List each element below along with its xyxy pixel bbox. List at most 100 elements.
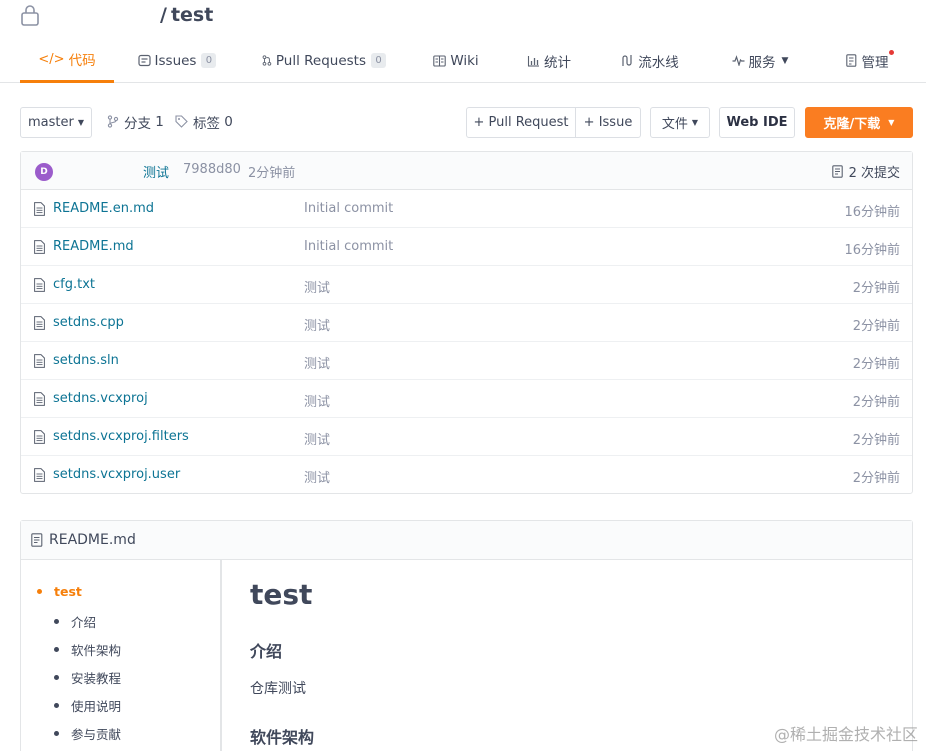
file-icon bbox=[34, 354, 45, 368]
toc-item[interactable]: 使用说明 bbox=[54, 696, 121, 715]
file-icon bbox=[34, 430, 45, 444]
file-name-link[interactable]: setdns.vcxproj.filters bbox=[53, 429, 189, 444]
bullet-icon bbox=[54, 619, 59, 624]
readme-section-intro: 介绍 bbox=[250, 642, 283, 661]
tag-icon bbox=[175, 115, 188, 128]
tab-code[interactable]: </> 代码 bbox=[20, 38, 114, 83]
issues-count-badge: 0 bbox=[201, 53, 217, 68]
pipeline-icon bbox=[622, 55, 632, 66]
notification-dot bbox=[889, 50, 894, 55]
table-row[interactable]: setdns.vcxproj 测试 2分钟前 bbox=[21, 380, 912, 418]
file-commit-message[interactable]: Initial commit bbox=[304, 239, 393, 254]
file-commit-message[interactable]: 测试 bbox=[304, 353, 330, 372]
tab-label: Issues bbox=[154, 52, 197, 69]
toc-item[interactable]: 软件架构 bbox=[54, 640, 121, 659]
tab-wiki[interactable]: Wiki bbox=[432, 38, 480, 83]
table-row[interactable]: README.en.md Initial commit 16分钟前 bbox=[21, 190, 912, 228]
new-issue-button[interactable]: + Issue bbox=[575, 107, 641, 138]
branch-select[interactable]: master ▼ bbox=[20, 107, 92, 138]
file-name-link[interactable]: setdns.cpp bbox=[53, 315, 124, 330]
table-row[interactable]: README.md Initial commit 16分钟前 bbox=[21, 228, 912, 266]
file-commit-message[interactable]: 测试 bbox=[304, 315, 330, 334]
lock-icon bbox=[21, 5, 39, 26]
table-row[interactable]: setdns.vcxproj.filters 测试 2分钟前 bbox=[21, 418, 912, 456]
toc-label: 软件架构 bbox=[71, 643, 122, 658]
manage-icon bbox=[845, 54, 856, 67]
table-row[interactable]: setdns.cpp 测试 2分钟前 bbox=[21, 304, 912, 342]
file-commit-message[interactable]: Initial commit bbox=[304, 201, 393, 216]
file-commit-time: 16分钟前 bbox=[844, 243, 900, 258]
branches-label: 分支 bbox=[124, 115, 151, 132]
watermark: @稀土掘金技术社区 bbox=[773, 725, 918, 744]
file-commit-message[interactable]: 测试 bbox=[304, 467, 330, 486]
tab-label: Wiki bbox=[450, 52, 479, 69]
readme-section-arch: 软件架构 bbox=[250, 728, 315, 747]
file-name-link[interactable]: setdns.vcxproj.user bbox=[53, 467, 180, 482]
branches-link[interactable]: 分支 1 bbox=[107, 106, 164, 137]
repo-owner[interactable] bbox=[46, 4, 156, 26]
readme-panel: README.md test 介绍 软件架构 安装教程 使用说明 参与贡献 te… bbox=[20, 520, 913, 751]
tab-label: Pull Requests bbox=[275, 52, 366, 69]
file-commit-time: 2分钟前 bbox=[852, 281, 900, 296]
table-row[interactable]: cfg.txt 测试 2分钟前 bbox=[21, 266, 912, 304]
file-name-link[interactable]: setdns.sln bbox=[53, 353, 119, 368]
file-list: D 测试 7988d80 2分钟前 2 次提交 README.en.md Ini… bbox=[20, 151, 913, 494]
commit-count-link[interactable]: 2 次提交 bbox=[831, 162, 900, 181]
tags-link[interactable]: 标签 0 bbox=[175, 106, 233, 137]
file-commit-message[interactable]: 测试 bbox=[304, 429, 330, 448]
toc-item[interactable]: test bbox=[37, 584, 82, 599]
file-commit-message[interactable]: 测试 bbox=[304, 277, 330, 296]
chevron-down-icon: ▼ bbox=[888, 118, 895, 127]
new-pull-request-button[interactable]: + Pull Request bbox=[466, 107, 576, 138]
readme-toc: test 介绍 软件架构 安装教程 使用说明 参与贡献 bbox=[21, 560, 222, 751]
branches-count: 1 bbox=[155, 113, 164, 130]
file-name-link[interactable]: README.en.md bbox=[53, 201, 154, 216]
tab-service[interactable]: 服务 ▼ bbox=[726, 38, 794, 83]
tab-pipeline[interactable]: 流水线 bbox=[618, 38, 682, 83]
toc-item[interactable]: 介绍 bbox=[54, 612, 96, 631]
file-commit-time: 2分钟前 bbox=[852, 357, 900, 372]
file-commit-time: 2分钟前 bbox=[852, 433, 900, 448]
code-icon: </> bbox=[38, 51, 65, 67]
commit-hash[interactable]: 7988d80 bbox=[183, 162, 241, 177]
commit-message[interactable]: 测试 bbox=[143, 162, 169, 181]
file-commit-time: 16分钟前 bbox=[844, 205, 900, 220]
file-name-link[interactable]: README.md bbox=[53, 239, 134, 254]
bullet-icon bbox=[37, 589, 42, 594]
toc-label: 使用说明 bbox=[71, 699, 122, 714]
file-icon bbox=[34, 202, 45, 216]
toc-label: 介绍 bbox=[71, 615, 97, 630]
file-commit-time: 2分钟前 bbox=[852, 471, 900, 486]
clone-label: 克隆/下载 bbox=[823, 117, 881, 132]
issues-icon bbox=[137, 54, 151, 67]
repo-tabs: </> 代码 Issues 0 Pull Requests 0 Wiki 统计 … bbox=[0, 38, 926, 83]
file-commit-message[interactable]: 测试 bbox=[304, 391, 330, 410]
tab-manage[interactable]: 管理 bbox=[842, 38, 894, 83]
bullet-icon bbox=[54, 731, 59, 736]
bullet-icon bbox=[54, 675, 59, 680]
tab-stats[interactable]: 统计 bbox=[524, 38, 574, 83]
clone-download-button[interactable]: 克隆/下载 ▼ bbox=[805, 107, 913, 138]
chevron-down-icon: ▼ bbox=[691, 118, 699, 127]
file-name-link[interactable]: cfg.txt bbox=[53, 277, 95, 292]
toc-label: test bbox=[54, 584, 82, 599]
bullet-icon bbox=[54, 703, 59, 708]
toc-item[interactable]: 安装教程 bbox=[54, 668, 121, 687]
tab-issues[interactable]: Issues 0 bbox=[136, 38, 218, 83]
latest-commit: D 测试 7988d80 2分钟前 2 次提交 bbox=[21, 152, 912, 190]
file-icon bbox=[34, 468, 45, 482]
avatar[interactable]: D bbox=[35, 163, 53, 181]
repo-name[interactable]: test bbox=[171, 4, 213, 26]
file-dropdown[interactable]: 文件 ▼ bbox=[650, 107, 710, 138]
stats-icon bbox=[527, 55, 539, 67]
web-ide-button[interactable]: Web IDE bbox=[719, 107, 795, 138]
commits-icon bbox=[831, 165, 843, 178]
table-row[interactable]: setdns.vcxproj.user 测试 2分钟前 bbox=[21, 456, 912, 494]
commit-time: 2分钟前 bbox=[248, 166, 296, 181]
tab-pull-requests[interactable]: Pull Requests 0 bbox=[262, 38, 386, 83]
wiki-icon bbox=[433, 54, 447, 67]
file-name-link[interactable]: setdns.vcxproj bbox=[53, 391, 148, 406]
toc-label: 参与贡献 bbox=[71, 727, 122, 742]
table-row[interactable]: setdns.sln 测试 2分钟前 bbox=[21, 342, 912, 380]
toc-item[interactable]: 参与贡献 bbox=[54, 724, 121, 743]
